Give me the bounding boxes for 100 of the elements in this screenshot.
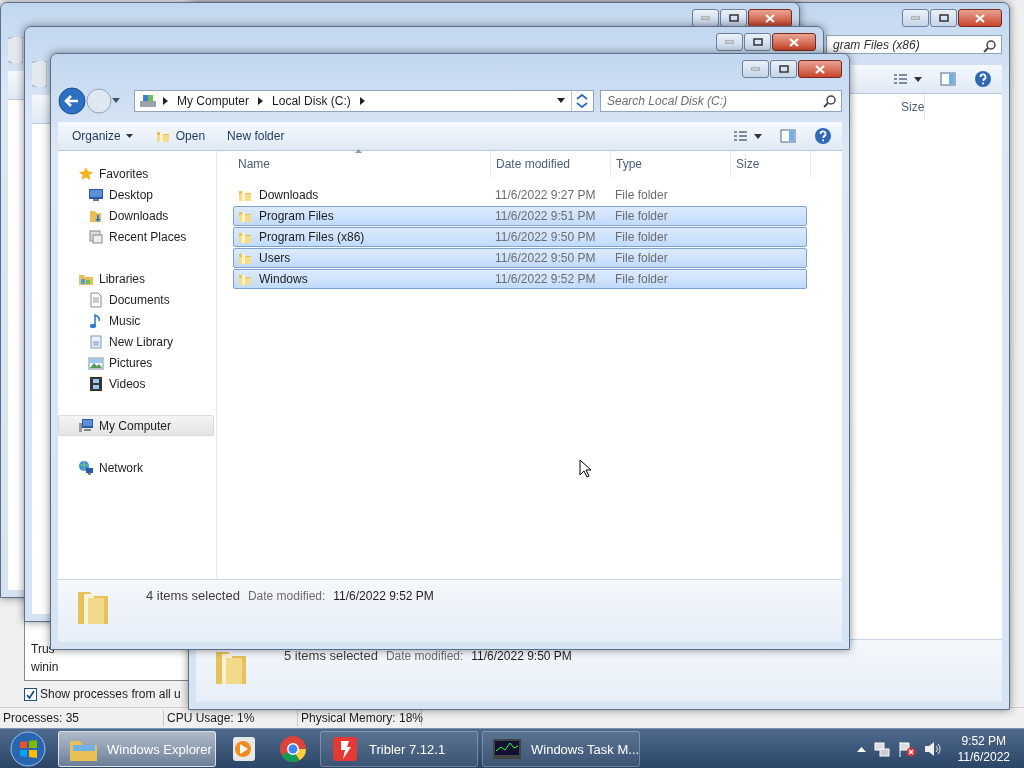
maximize-icon bbox=[752, 38, 763, 46]
file-row[interactable]: Program Files 11/6/2022 9:51 PM File folder bbox=[233, 206, 807, 226]
file-type: File folder bbox=[615, 188, 668, 202]
check-icon bbox=[26, 689, 35, 699]
file-name: Windows bbox=[259, 272, 308, 286]
clock[interactable]: 9:52 PM 11/6/2022 bbox=[957, 733, 1010, 765]
status-text: Processes: 35 bbox=[0, 710, 164, 726]
view-options-icon[interactable] bbox=[734, 130, 762, 142]
nav-item[interactable]: My Computer bbox=[58, 415, 214, 436]
maximize-button[interactable] bbox=[720, 9, 747, 27]
date-modified: 11/6/2022 9:50 PM bbox=[495, 230, 596, 244]
dropdown-icon[interactable] bbox=[557, 98, 565, 104]
star-icon bbox=[78, 165, 94, 182]
view-options-icon[interactable] bbox=[894, 73, 922, 85]
nav-item[interactable]: Recent Places bbox=[58, 226, 214, 247]
nav-item[interactable]: Music bbox=[58, 310, 214, 331]
column-header[interactable]: Date modified bbox=[491, 151, 611, 177]
drive-icon bbox=[139, 93, 157, 109]
file-type: File folder bbox=[615, 251, 668, 265]
maximize-icon bbox=[778, 65, 789, 73]
browser-icon bbox=[277, 733, 309, 765]
minimize-button[interactable] bbox=[692, 9, 719, 27]
nav-item[interactable]: Desktop bbox=[58, 184, 214, 205]
recent-places-icon bbox=[88, 228, 104, 245]
close-button[interactable] bbox=[772, 33, 816, 51]
date-label: Date modified: bbox=[247, 589, 326, 603]
close-button[interactable] bbox=[958, 9, 1002, 27]
flag-icon[interactable] bbox=[897, 741, 916, 757]
help-icon[interactable] bbox=[974, 70, 992, 88]
close-icon bbox=[789, 37, 799, 47]
column-header[interactable]: Size bbox=[731, 151, 811, 177]
close-button[interactable] bbox=[798, 60, 842, 78]
back-button[interactable] bbox=[58, 87, 86, 115]
date-value: 11/6/2022 9:52 PM bbox=[333, 589, 434, 603]
selection-count: 5 items selected bbox=[284, 648, 378, 663]
date-modified: 11/6/2022 9:52 PM bbox=[495, 272, 596, 286]
date-modified: 11/6/2022 9:50 PM bbox=[495, 251, 596, 265]
taskbar-button[interactable]: Tribler 7.12.1 bbox=[320, 731, 478, 767]
minimize-button[interactable] bbox=[742, 60, 769, 78]
help-icon[interactable] bbox=[814, 127, 832, 145]
list-text: winin bbox=[31, 660, 60, 674]
close-button[interactable] bbox=[748, 9, 792, 27]
minimize-button[interactable] bbox=[902, 9, 929, 27]
nav-item[interactable]: Downloads bbox=[58, 205, 214, 226]
minimize-button[interactable] bbox=[716, 33, 743, 51]
file-row[interactable]: Windows 11/6/2022 9:52 PM File folder bbox=[233, 269, 807, 289]
picture-icon bbox=[88, 354, 104, 371]
column-header[interactable]: Size bbox=[896, 94, 926, 120]
minimize-icon bbox=[701, 16, 710, 20]
nav-item[interactable]: Network bbox=[58, 457, 214, 478]
library-icon bbox=[88, 333, 104, 350]
file-name: Users bbox=[259, 251, 291, 265]
film-icon bbox=[88, 375, 104, 392]
network-tray-icon[interactable] bbox=[873, 741, 890, 757]
file-row[interactable]: Downloads 11/6/2022 9:27 PM File folder bbox=[233, 185, 807, 205]
nav-item[interactable]: New Library bbox=[58, 331, 214, 352]
desktop-icon bbox=[88, 186, 104, 203]
search-field[interactable]: Search Local Disk (C:) bbox=[600, 90, 842, 112]
minimize-icon bbox=[911, 16, 920, 20]
maximize-icon bbox=[728, 14, 739, 22]
nav-item[interactable]: Favorites bbox=[58, 163, 214, 184]
toolbar-button[interactable]: New folder bbox=[223, 127, 289, 145]
file-name: Program Files (x86) bbox=[259, 230, 365, 244]
file-row[interactable]: Program Files (x86) 11/6/2022 9:50 PM File folder bbox=[233, 227, 807, 247]
chevron-right-icon bbox=[163, 97, 168, 105]
date-modified: 11/6/2022 9:51 PM bbox=[495, 209, 596, 223]
tray-expand-icon[interactable] bbox=[856, 746, 866, 752]
date-value: 11/6/2022 9:50 PM bbox=[471, 649, 572, 663]
file-row[interactable]: Users 11/6/2022 9:50 PM File folder bbox=[233, 248, 807, 268]
maximize-button[interactable] bbox=[930, 9, 957, 27]
search-field[interactable]: gram Files (x86) bbox=[826, 35, 1002, 54]
clock-date: 11/6/2022 bbox=[957, 749, 1010, 765]
organize-menu[interactable]: Organize bbox=[68, 127, 137, 145]
file-type: File folder bbox=[615, 209, 668, 223]
address-bar[interactable]: My Computer Local Disk (C:) bbox=[134, 90, 594, 112]
nav-item[interactable]: Documents bbox=[58, 289, 214, 310]
nav-item[interactable]: Videos bbox=[58, 373, 214, 394]
nav-item[interactable]: Libraries bbox=[58, 268, 214, 289]
checkbox-label: Show processes from all u bbox=[40, 687, 181, 701]
checkbox[interactable] bbox=[24, 687, 37, 701]
taskbar-button[interactable]: Windows Task M... bbox=[482, 731, 640, 767]
maximize-button[interactable] bbox=[744, 33, 771, 51]
close-icon bbox=[765, 13, 775, 23]
column-header[interactable]: Type bbox=[611, 151, 731, 177]
speaker-icon[interactable] bbox=[923, 741, 942, 757]
breadcrumb[interactable]: My Computer bbox=[174, 94, 253, 108]
maximize-icon bbox=[938, 14, 949, 22]
nav-item[interactable]: Pictures bbox=[58, 352, 214, 373]
search-icon[interactable] bbox=[983, 39, 997, 53]
mouse-cursor-icon bbox=[579, 459, 591, 478]
breadcrumb[interactable]: Local Disk (C:) bbox=[269, 94, 354, 108]
file-name: Program Files bbox=[259, 209, 334, 223]
search-icon[interactable] bbox=[823, 94, 837, 108]
chevron-right-icon bbox=[258, 97, 264, 105]
chevron-right-icon bbox=[359, 97, 365, 105]
network-icon bbox=[78, 459, 94, 476]
maximize-button[interactable] bbox=[770, 60, 797, 78]
date-modified: 11/6/2022 9:27 PM bbox=[495, 188, 596, 202]
file-type: File folder bbox=[615, 272, 668, 286]
toolbar-button[interactable]: Open bbox=[150, 126, 210, 146]
